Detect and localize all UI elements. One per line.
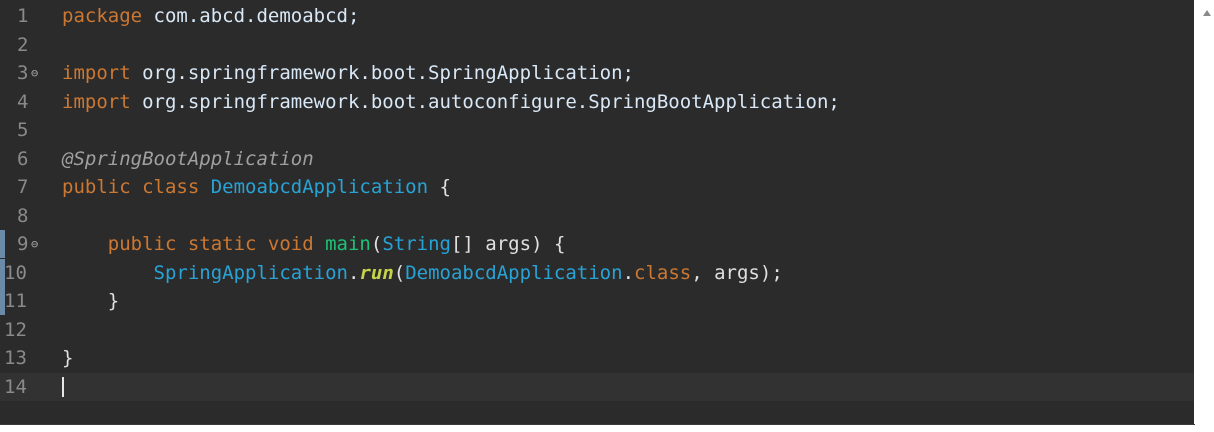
code-token: (: [370, 233, 383, 255]
line-number: 11: [4, 290, 27, 312]
code-token: }: [62, 290, 120, 312]
line-number: 8: [17, 204, 29, 227]
line-number: 13: [4, 347, 27, 369]
line-number: 9: [17, 233, 29, 255]
code-token: ,: [691, 261, 715, 284]
code-text: public static void main(String[] args) {: [62, 230, 566, 258]
code-text: }: [62, 287, 119, 315]
code-token: ) {: [531, 233, 566, 255]
code-line[interactable]: 14: [0, 372, 1194, 401]
code-line[interactable]: 5: [0, 116, 1194, 144]
code-token: String: [382, 233, 451, 255]
code-token: args: [714, 261, 760, 284]
code-token: package: [62, 5, 143, 27]
code-text: package com.abcd.demoabcd;: [62, 2, 359, 30]
code-text: import org.springframework.boot.SpringAp…: [62, 59, 634, 87]
line-number: 5: [17, 119, 29, 141]
code-token: org.springframework.boot.autoconfigure.S…: [130, 90, 840, 113]
code-token: run: [359, 261, 394, 284]
line-number: 2: [17, 33, 29, 56]
code-text: import org.springframework.boot.autoconf…: [62, 88, 840, 116]
code-line[interactable]: 10 SpringApplication.run(DemoabcdApplica…: [0, 258, 1194, 287]
code-line[interactable]: 8: [0, 202, 1194, 230]
code-token: import: [62, 62, 131, 84]
code-token: {: [428, 176, 451, 198]
code-line[interactable]: 1 package com.abcd.demoabcd;: [0, 2, 1194, 30]
code-token: DemoabcdApplication: [210, 176, 429, 198]
code-line[interactable]: 11 }: [0, 287, 1194, 315]
code-text: SpringApplication.run(DemoabcdApplicatio…: [62, 259, 783, 287]
line-number: 3: [17, 62, 29, 84]
code-token: .: [622, 261, 635, 284]
code-token: }: [62, 347, 74, 369]
line-number: 1: [17, 5, 29, 27]
code-line[interactable]: 3 ⊖ import org.springframework.boot.Spring…: [0, 59, 1194, 87]
code-token: public class: [62, 176, 211, 198]
code-token: DemoabcdApplication: [405, 261, 623, 284]
code-token: main: [325, 233, 371, 255]
code-token: .: [347, 261, 360, 284]
code-token: org.springframework.boot.SpringApplicati…: [130, 62, 634, 84]
code-text: public class DemoabcdApplication {: [62, 173, 451, 201]
code-token: public static void: [62, 233, 326, 255]
fold-toggle-icon[interactable]: ⊖: [31, 59, 38, 87]
code-line[interactable]: 4 import org.springframework.boot.autocon…: [0, 88, 1194, 116]
code-token: class: [634, 261, 692, 284]
code-editor[interactable]: 1 package com.abcd.demoabcd; 2 3 ⊖ import org…: [0, 0, 1195, 425]
line-number: 6: [17, 147, 29, 170]
code-line[interactable]: 6 @SpringBootApplication: [0, 145, 1194, 173]
code-token: );: [759, 261, 783, 284]
code-text: @SpringBootApplication: [62, 145, 314, 173]
text-caret: [62, 376, 64, 397]
code-token: import: [62, 90, 131, 113]
code-token: (: [393, 261, 406, 284]
line-number: 14: [4, 375, 27, 398]
code-text: }: [62, 344, 73, 372]
code-line[interactable]: 13}: [0, 344, 1194, 372]
vertical-scrollbar[interactable]: [1194, 0, 1214, 424]
code-token: args: [485, 233, 532, 255]
line-number: 4: [17, 90, 29, 113]
code-line[interactable]: 7 public class DemoabcdApplication {: [0, 173, 1194, 201]
code-line[interactable]: 9 ⊖ public static void main(String[] args…: [0, 230, 1194, 258]
line-number: 10: [4, 261, 27, 284]
code-token: com.abcd.demoabcd;: [142, 5, 360, 27]
line-number: 7: [17, 176, 29, 198]
code-token: @SpringBootApplication: [62, 147, 314, 170]
code-line[interactable]: 2: [0, 31, 1194, 59]
code-token: SpringApplication: [62, 261, 348, 284]
code-line[interactable]: 12: [0, 316, 1194, 344]
scroll-up-arrow-icon[interactable]: [1203, 10, 1211, 16]
line-number: 12: [4, 318, 27, 341]
fold-toggle-icon[interactable]: ⊖: [31, 230, 38, 258]
code-token: []: [450, 233, 486, 255]
